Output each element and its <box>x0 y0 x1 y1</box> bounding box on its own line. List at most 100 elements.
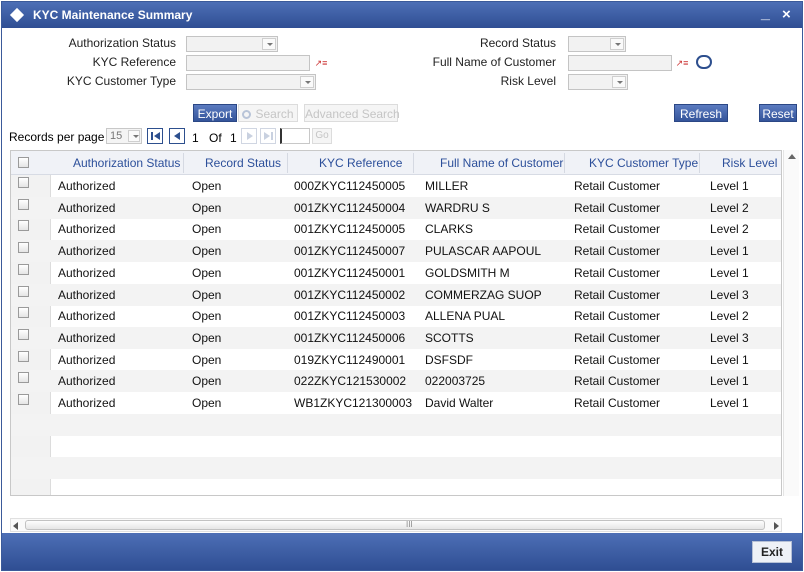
cell-kyc-customer-type: Retail Customer <box>574 265 661 280</box>
row-checkbox[interactable] <box>18 198 29 210</box>
risk-level-select[interactable] <box>568 74 628 90</box>
cell-kyc-customer-type: Retail Customer <box>574 244 661 259</box>
table-row[interactable]: Authorized Open 001ZKYC112450004 WARDRU S Re… <box>11 196 781 219</box>
refresh-button[interactable]: Refresh <box>674 104 728 122</box>
row-checkbox[interactable] <box>18 220 29 232</box>
scroll-right-icon[interactable] <box>774 522 779 530</box>
table-row[interactable]: Authorized Open 001ZKYC112450005 CLARKS Reta… <box>11 218 781 240</box>
authorization-status-label: Authorization Status <box>68 36 176 50</box>
reset-button[interactable]: Reset <box>759 104 797 122</box>
scroll-grip: III <box>406 520 413 529</box>
chevron-down-icon[interactable] <box>610 38 624 50</box>
speech-bubble-icon[interactable] <box>696 55 712 69</box>
cell-authorization-status: Authorized <box>58 287 116 302</box>
column-header-full-name[interactable]: Full Name of Customer <box>440 156 563 170</box>
scroll-up-icon[interactable] <box>788 154 796 159</box>
row-checkbox[interactable] <box>18 394 29 405</box>
table-row[interactable]: Authorized Open 022ZKYC121530002 022003725 R… <box>11 370 781 393</box>
export-button[interactable]: Export <box>193 104 237 122</box>
advanced-search-button[interactable]: Advanced Search <box>304 104 400 122</box>
select-all-checkbox[interactable] <box>18 157 29 168</box>
cell-full-name: DSFSDF <box>425 352 473 367</box>
column-header-authorization-status[interactable]: Authorization Status <box>73 156 180 170</box>
minimize-button[interactable]: _ <box>761 5 770 23</box>
kyc-customer-type-select[interactable] <box>186 74 316 90</box>
exit-button[interactable]: Exit <box>752 541 792 563</box>
empty-table-row <box>11 413 781 436</box>
cell-kyc-reference: 019ZKYC112490001 <box>294 352 406 367</box>
row-checkbox[interactable] <box>18 328 29 340</box>
close-button[interactable]: × <box>782 6 791 24</box>
cell-full-name: MILLER <box>425 179 469 193</box>
table-header: Authorization Status Record Status KYC R… <box>11 151 781 175</box>
total-pages-number: 1 <box>230 131 237 145</box>
full-name-lov-icon[interactable]: ↗≡ <box>675 56 689 70</box>
cell-kyc-reference: 001ZKYC112450002 <box>294 287 406 302</box>
table-row[interactable]: Authorized Open WB1ZKYC121300003 David Walt… <box>11 392 781 414</box>
next-page-icon <box>247 132 253 140</box>
cell-record-status: Open <box>192 179 222 193</box>
table-row[interactable]: Authorized Open 001ZKYC112450001 GOLDSMITH … <box>11 262 781 284</box>
cell-kyc-reference: 022ZKYC121530002 <box>294 374 407 389</box>
table-row[interactable]: Authorized Open 000ZKYC112450005 MILLER Reta… <box>11 175 781 197</box>
table-row[interactable]: Authorized Open 001ZKYC112450002 COMMERZAG … <box>11 283 781 306</box>
column-header-risk-level[interactable]: Risk Level <box>722 156 777 170</box>
kyc-maintenance-summary-window: KYC Maintenance Summary _ × Authorizatio… <box>1 1 803 571</box>
cell-kyc-customer-type: Retail Customer <box>574 200 661 215</box>
row-checkbox[interactable] <box>18 263 29 275</box>
table-row[interactable]: Authorized Open 019ZKYC112490001 DSFSDF Reta… <box>11 349 781 371</box>
empty-table-row <box>11 457 781 480</box>
search-button[interactable]: Search <box>238 104 298 122</box>
table-row[interactable]: Authorized Open 001ZKYC112450006 SCOTTS Reta… <box>11 326 781 349</box>
vertical-scrollbar[interactable] <box>783 150 799 496</box>
search-button-label: Search <box>255 107 294 121</box>
cell-authorization-status: Authorized <box>58 396 116 410</box>
cell-authorization-status: Authorized <box>58 222 116 237</box>
current-page-number: 1 <box>192 131 199 145</box>
full-name-input[interactable] <box>568 55 672 71</box>
kyc-reference-label: KYC Reference <box>92 55 176 69</box>
row-checkbox[interactable] <box>18 242 29 254</box>
previous-page-button[interactable] <box>169 128 185 144</box>
cell-full-name: CLARKS <box>425 222 474 237</box>
cell-record-status: Open <box>192 374 222 389</box>
chevron-down-icon[interactable] <box>300 76 314 88</box>
authorization-status-select[interactable] <box>186 36 278 52</box>
next-page-button[interactable] <box>241 128 257 144</box>
row-checkbox[interactable] <box>18 307 29 319</box>
scroll-left-icon[interactable] <box>13 522 18 530</box>
column-header-record-status[interactable]: Record Status <box>205 156 281 170</box>
column-header-kyc-customer-type[interactable]: KYC Customer Type <box>589 156 698 170</box>
cell-risk-level: Level 1 <box>710 244 749 259</box>
go-to-page-input[interactable] <box>280 128 310 144</box>
records-per-page-label: Records per page <box>9 130 105 144</box>
horizontal-scroll-thumb[interactable]: III <box>25 520 765 530</box>
row-checkbox[interactable] <box>18 177 29 188</box>
table-row[interactable]: Authorized Open 001ZKYC112450003 ALLENA PUA… <box>11 305 781 327</box>
horizontal-scrollbar[interactable]: III <box>10 518 782 532</box>
cell-kyc-reference: 001ZKYC112450005 <box>294 222 406 237</box>
cell-kyc-customer-type: Retail Customer <box>574 222 661 237</box>
records-per-page-select[interactable]: 15 <box>106 128 142 144</box>
cell-risk-level: Level 2 <box>710 222 749 237</box>
last-page-button[interactable] <box>260 128 276 144</box>
row-checkbox[interactable] <box>18 372 29 384</box>
cell-authorization-status: Authorized <box>58 200 116 215</box>
cell-risk-level: Level 1 <box>710 374 749 389</box>
chevron-down-icon[interactable] <box>262 38 276 50</box>
kyc-reference-input[interactable] <box>186 55 310 71</box>
row-checkbox[interactable] <box>18 285 29 297</box>
cell-record-status: Open <box>192 330 222 345</box>
chevron-down-icon[interactable] <box>128 130 140 142</box>
chevron-down-icon[interactable] <box>612 76 626 88</box>
first-page-button[interactable] <box>147 128 163 144</box>
cell-kyc-customer-type: Retail Customer <box>574 396 661 410</box>
column-header-kyc-reference[interactable]: KYC Reference <box>319 156 402 170</box>
go-button[interactable]: Go <box>312 128 332 144</box>
record-status-select[interactable] <box>568 36 626 52</box>
of-label: Of <box>209 131 222 145</box>
table-row[interactable]: Authorized Open 001ZKYC112450007 PULASCAR A… <box>11 240 781 263</box>
window-diamond-icon <box>9 7 25 23</box>
row-checkbox[interactable] <box>18 350 29 362</box>
kyc-reference-lov-icon[interactable]: ↗≡ <box>314 56 328 70</box>
